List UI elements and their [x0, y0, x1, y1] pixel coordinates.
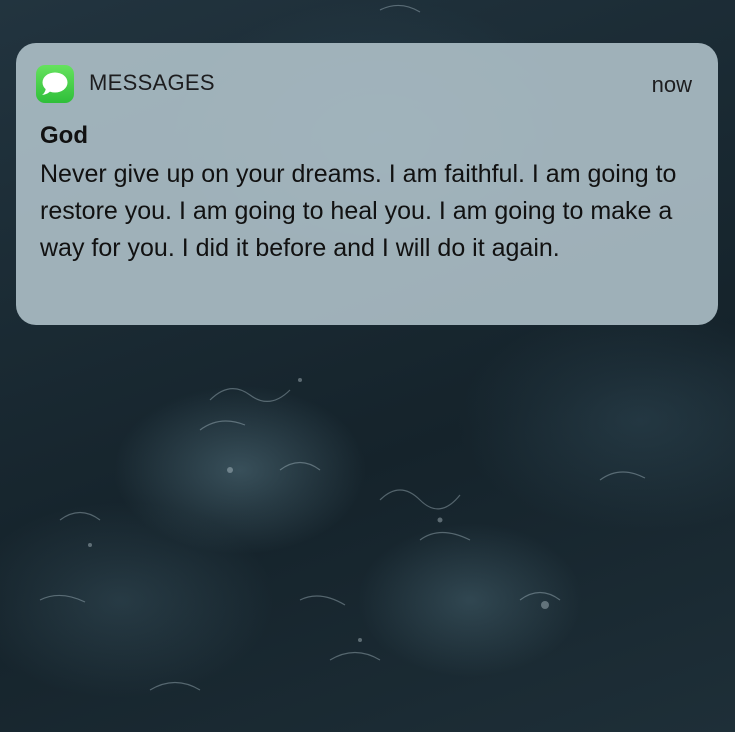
notification-timestamp: now — [651, 72, 692, 97]
message-notification[interactable]: MESSAGES now God Never give up on your d… — [16, 43, 718, 325]
notification-header: MESSAGES now — [36, 65, 692, 103]
sender-name: God — [40, 122, 88, 149]
messages-bubble-icon — [36, 65, 74, 103]
message-preview: Never give up on your dreams. I am faith… — [40, 160, 677, 262]
app-name: MESSAGES — [89, 70, 215, 95]
